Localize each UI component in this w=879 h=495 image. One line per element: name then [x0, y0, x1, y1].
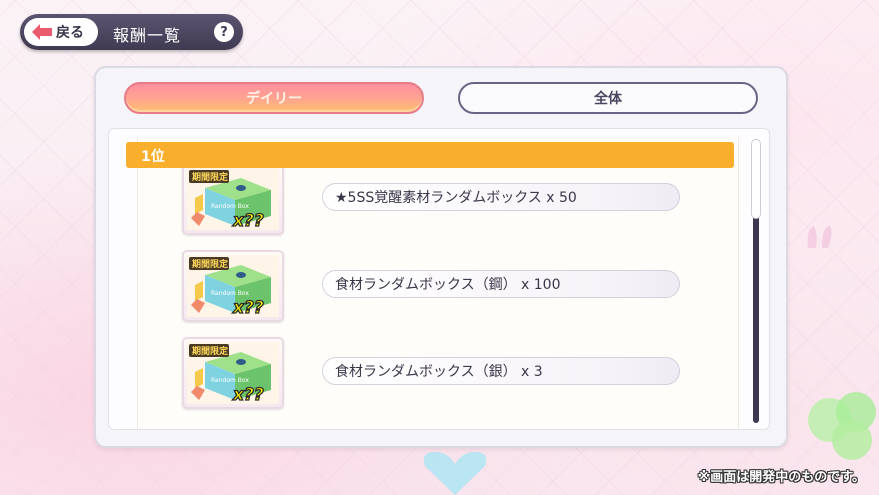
svg-text:x??: x??	[232, 211, 264, 230]
rabbit-decoration	[807, 226, 832, 248]
svg-text:Random Box: Random Box	[211, 290, 249, 297]
svg-text:x??: x??	[232, 385, 264, 404]
tab-daily-label: デイリー	[246, 91, 302, 107]
scrollbar-thumb[interactable]	[751, 139, 761, 219]
random-box-icon: Random Box 期間限定 x??	[187, 255, 279, 317]
reward-name: 食材ランダムボックス（銀） x 3	[322, 357, 680, 385]
clover-decoration	[808, 392, 876, 460]
tab-all[interactable]: 全体	[458, 82, 758, 114]
reward-list-content: Random Box 期間限定 x?? ★5SS覚醒素材ランダムボックス x 5…	[137, 137, 739, 429]
rank-header: 1位	[126, 142, 734, 168]
back-button[interactable]: 戻る	[24, 18, 98, 46]
svg-text:期間限定: 期間限定	[192, 258, 229, 270]
rank-header-bar	[126, 142, 734, 168]
svg-text:x??: x??	[232, 298, 264, 317]
reward-name: ★5SS覚醒素材ランダムボックス x 50	[322, 183, 680, 211]
svg-text:期間限定: 期間限定	[192, 345, 229, 357]
reward-panel: デイリー 全体 Random Box 期間限定 x?? ★5SS覚醒素材ランダム…	[94, 66, 788, 448]
page-title: 報酬一覧	[113, 26, 182, 45]
svg-text:Random Box: Random Box	[211, 377, 249, 384]
rank-label: 1位	[141, 149, 165, 165]
svg-text:Random Box: Random Box	[211, 203, 249, 210]
reward-name: 食材ランダムボックス（鋼） x 100	[322, 270, 680, 298]
tab-daily[interactable]: デイリー	[124, 82, 424, 114]
heart-decoration	[423, 452, 487, 495]
scrollbar[interactable]	[751, 139, 761, 423]
random-box-icon: Random Box 期間限定 x??	[187, 342, 279, 404]
reward-item-icon[interactable]: Random Box 期間限定 x??	[182, 337, 284, 409]
reward-item-icon[interactable]: Random Box 期間限定 x??	[182, 250, 284, 322]
help-button[interactable]: ?	[214, 22, 234, 42]
svg-text:期間限定: 期間限定	[192, 171, 229, 183]
list-item: Random Box 期間限定 x?? 食材ランダムボックス（鋼） x 100	[138, 250, 738, 324]
reward-item-icon[interactable]: Random Box 期間限定 x??	[182, 163, 284, 235]
random-box-icon: Random Box 期間限定 x??	[187, 168, 279, 230]
reward-list[interactable]: Random Box 期間限定 x?? ★5SS覚醒素材ランダムボックス x 5…	[108, 128, 770, 430]
question-icon: ?	[220, 24, 228, 40]
list-item: Random Box 期間限定 x?? 食材ランダムボックス（銀） x 3	[138, 337, 738, 411]
left-arrow-icon	[32, 24, 52, 40]
back-button-label: 戻る	[56, 25, 84, 41]
tab-all-label: 全体	[594, 91, 622, 107]
header-bar: 戻る 報酬一覧 ?	[20, 14, 243, 50]
development-notice: ※画面は開発中のものです。	[697, 470, 865, 485]
list-item: Random Box 期間限定 x?? ★5SS覚醒素材ランダムボックス x 5…	[138, 163, 738, 237]
